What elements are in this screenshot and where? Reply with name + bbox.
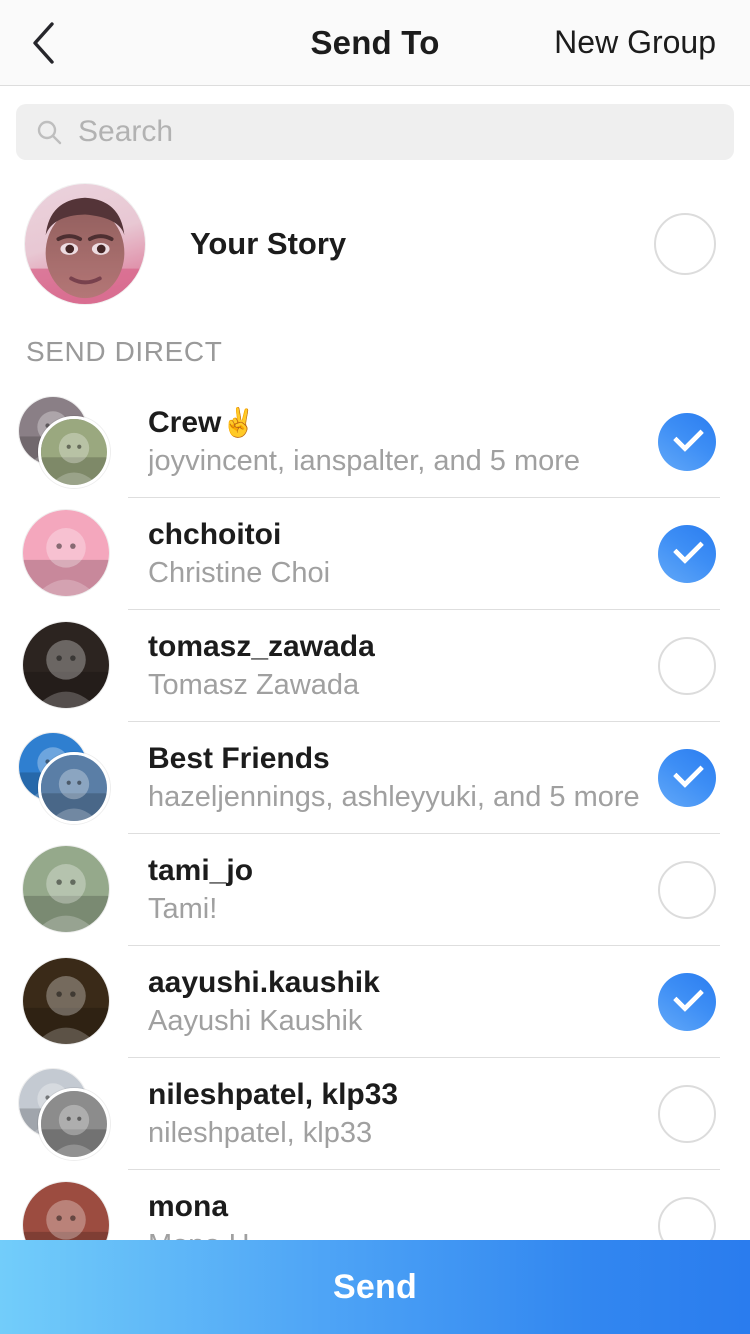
avatar-front: [38, 752, 110, 824]
recipient-title: tomasz_zawada: [148, 629, 375, 663]
your-story-row[interactable]: Your Story: [0, 174, 750, 314]
recipient-subtitle: Aayushi Kaushik: [148, 1005, 363, 1037]
send-button-label: Send: [333, 1267, 417, 1306]
recipient-meta: nileshpatel, klp33 nileshpatel, klp33: [148, 1077, 658, 1152]
recipient-meta: tomasz_zawada Tomasz Zawada: [148, 629, 658, 704]
recipient-subtitle: hazeljennings, ashleyyuki, and 5 more: [148, 781, 640, 813]
chevron-left-icon: [30, 21, 56, 65]
avatar: [18, 620, 110, 712]
recipient-meta: aayushi.kaushik Aayushi Kaushik: [148, 965, 658, 1040]
recipient-title: mona: [148, 1189, 229, 1223]
checkbox-selected[interactable]: [658, 413, 716, 471]
table-row[interactable]: aayushi.kaushik Aayushi Kaushik: [0, 946, 750, 1058]
recipient-subtitle: Christine Choi: [148, 557, 331, 589]
recipient-title: chchoitoi: [148, 517, 282, 551]
avatar-image: [22, 845, 110, 933]
new-group-button[interactable]: New Group: [554, 24, 716, 61]
scroll-area[interactable]: Your Story SEND DIRECT Crew✌️ joyvincent,…: [0, 87, 750, 1334]
recipient-subtitle: Tomasz Zawada: [148, 669, 360, 701]
navigation-bar: Send To New Group: [0, 0, 750, 86]
avatar-group: [18, 396, 110, 488]
victory-hand-icon: ✌️: [221, 406, 257, 438]
recipient-subtitle: Tami!: [148, 893, 218, 925]
table-row[interactable]: tomasz_zawada Tomasz Zawada: [0, 610, 750, 722]
table-row[interactable]: Best Friends hazeljennings, ashleyyuki, a…: [0, 722, 750, 834]
avatar: [18, 844, 110, 936]
table-row[interactable]: Crew✌️ joyvincent, ianspalter, and 5 more: [0, 386, 750, 498]
avatar-your-story: [24, 183, 146, 305]
avatar-image: [22, 957, 110, 1045]
recipient-subtitle: nileshpatel, klp33: [148, 1117, 373, 1149]
avatar-front: [38, 416, 110, 488]
recipient-meta: Best Friends hazeljennings, ashleyyuki, a…: [148, 741, 658, 816]
checkbox-selected[interactable]: [658, 749, 716, 807]
send-button[interactable]: Send: [0, 1240, 750, 1334]
section-header-send-direct: SEND DIRECT: [26, 336, 223, 367]
send-to-screen: Send To New Group Search Your Story SEND…: [0, 0, 750, 1334]
recipient-list: Crew✌️ joyvincent, ianspalter, and 5 more…: [0, 386, 750, 1282]
your-story-label: Your Story: [190, 226, 347, 261]
avatar: [18, 508, 110, 600]
recipient-title: aayushi.kaushik: [148, 965, 380, 999]
checkbox-unselected[interactable]: [658, 861, 716, 919]
your-story-checkbox[interactable]: [654, 213, 716, 275]
table-row[interactable]: nileshpatel, klp33 nileshpatel, klp33: [0, 1058, 750, 1170]
checkbox-selected[interactable]: [658, 973, 716, 1031]
avatar-front: [38, 1088, 110, 1160]
avatar-group: [18, 1068, 110, 1160]
recipient-meta: Crew✌️ joyvincent, ianspalter, and 5 more: [148, 405, 658, 480]
recipient-meta: tami_jo Tami!: [148, 853, 658, 928]
avatar-group: [18, 732, 110, 824]
search-icon: [36, 119, 62, 145]
search-box[interactable]: [16, 104, 734, 160]
back-button[interactable]: [0, 0, 86, 86]
recipient-meta: chchoitoi Christine Choi: [148, 517, 658, 592]
recipient-title: Best Friends: [148, 741, 330, 775]
recipient-title: Crew✌️: [148, 405, 257, 439]
search-input[interactable]: [78, 115, 714, 149]
table-row[interactable]: tami_jo Tami!: [0, 834, 750, 946]
avatar: [18, 956, 110, 1048]
avatar-image: [22, 621, 110, 709]
checkbox-unselected[interactable]: [658, 637, 716, 695]
table-row[interactable]: chchoitoi Christine Choi: [0, 498, 750, 610]
avatar-image: [22, 509, 110, 597]
recipient-title: nileshpatel, klp33: [148, 1077, 399, 1111]
recipient-title: tami_jo: [148, 853, 254, 887]
checkbox-selected[interactable]: [658, 525, 716, 583]
checkbox-unselected[interactable]: [658, 1085, 716, 1143]
recipient-subtitle: joyvincent, ianspalter, and 5 more: [148, 445, 581, 477]
search-bar-container: [0, 87, 750, 174]
